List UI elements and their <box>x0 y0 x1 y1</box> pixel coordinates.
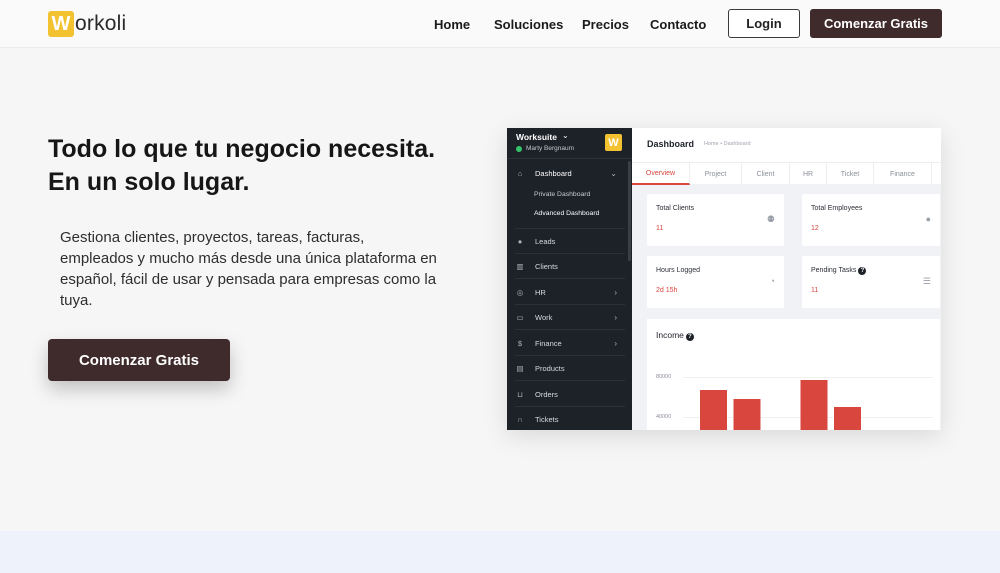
workspace-user: Marty Bergnaum <box>516 145 574 152</box>
tab-overview[interactable]: Overview <box>632 163 690 185</box>
income-bar <box>700 390 727 430</box>
hero-description: Gestiona clientes, proyectos, tareas, fa… <box>60 229 437 309</box>
chevron-down-icon: ⌄ <box>610 168 617 178</box>
tab-hr[interactable]: HR <box>790 163 827 185</box>
dashboard-preview: Worksuite ⌄ Marty Bergnaum W ⌂ Dashboard… <box>507 128 941 430</box>
top-navbar: W orkoli Home Soluciones Precios Contact… <box>0 0 1000 48</box>
cart-icon: ⊔ <box>517 389 523 399</box>
sidebar-item-finance[interactable]: $ Finance › <box>507 331 627 355</box>
headset-icon: ∩ <box>517 414 523 424</box>
person-icon: ● <box>925 214 931 224</box>
income-bars <box>700 380 861 430</box>
user-name: Marty Bergnaum <box>526 145 575 152</box>
breadcrumb[interactable]: Home • Dashboard <box>704 141 751 147</box>
clock-icon: ◔ <box>769 276 775 286</box>
sidebar-item-hr[interactable]: ◎ HR › <box>507 280 627 304</box>
basket-icon: ▤ <box>516 363 524 373</box>
sidebar-divider <box>515 380 625 381</box>
submenu-private-dashboard[interactable]: Private Dashboard <box>534 191 590 198</box>
stat-label-row: Pending Tasks? <box>811 267 867 275</box>
stat-label: Pending Tasks <box>811 267 857 274</box>
sidebar-item-clients[interactable]: ▥ Clients <box>507 254 627 278</box>
workspace-header: Worksuite ⌄ Marty Bergnaum W <box>507 128 632 159</box>
sidebar-divider <box>515 278 625 279</box>
sidebar-item-label: Finance <box>535 338 562 348</box>
workoli-logo[interactable]: W orkoli <box>48 11 126 37</box>
income-chart-card: Income? 80000 40000 <box>647 319 940 430</box>
stat-label: Hours Logged <box>656 267 700 274</box>
chevron-right-icon: › <box>614 287 617 297</box>
sidebar-item-label: Work <box>535 312 553 322</box>
tab-client[interactable]: Client <box>742 163 790 185</box>
income-bar <box>733 399 761 430</box>
app-sidebar: Worksuite ⌄ Marty Bergnaum W ⌂ Dashboard… <box>507 128 632 430</box>
next-section-band <box>0 531 1000 573</box>
help-icon[interactable]: ? <box>858 267 867 275</box>
hero-cta-button[interactable]: Comenzar Gratis <box>48 339 230 381</box>
sidebar-item-label: Orders <box>535 389 558 399</box>
nav-link-home[interactable]: Home <box>434 17 470 32</box>
sidebar-item-label: Dashboard <box>535 168 572 178</box>
sidebar-scrollbar[interactable] <box>628 161 631 261</box>
tab-finance[interactable]: Finance <box>874 163 932 185</box>
users-icon: ⚉ <box>766 214 775 224</box>
people-icon: ◎ <box>516 287 524 297</box>
sidebar-item-tickets[interactable]: ∩ Tickets <box>507 407 627 430</box>
login-button[interactable]: Login <box>728 9 800 38</box>
income-bar <box>834 407 861 430</box>
list-icon: ☰ <box>922 276 931 286</box>
dashboard-header: Dashboard Home • Dashboard Overview Proj… <box>632 128 941 185</box>
user-icon: ● <box>517 236 523 246</box>
home-icon: ⌂ <box>517 168 523 178</box>
sidebar-item-label: Clients <box>535 261 558 271</box>
income-bar <box>800 380 828 430</box>
dollar-icon: $ <box>517 338 523 348</box>
chevron-right-icon: › <box>614 312 617 322</box>
sidebar-item-label: Tickets <box>535 414 559 424</box>
tab-ticket[interactable]: Ticket <box>827 163 874 185</box>
nav-link-soluciones[interactable]: Soluciones <box>494 17 563 32</box>
stat-value: 11 <box>656 225 664 232</box>
chevron-right-icon: › <box>614 338 617 348</box>
bar-chart-icon: ▥ <box>516 261 524 271</box>
sidebar-item-label: HR <box>535 287 546 297</box>
tab-project[interactable]: Project <box>690 163 742 185</box>
page-title: Dashboard <box>647 139 695 149</box>
stat-card-total-clients[interactable]: Total Clients 11 ⚉ <box>647 194 784 246</box>
dashboard-main: Dashboard Home • Dashboard Overview Proj… <box>632 128 941 430</box>
stat-label: Total Clients <box>656 205 695 212</box>
hero-title-line-2: En un solo lugar. <box>48 168 250 196</box>
logo-wordmark: orkoli <box>75 12 127 35</box>
workspace-name: Worksuite <box>516 132 557 142</box>
stat-value: 12 <box>811 225 819 232</box>
submenu-advanced-dashboard[interactable]: Advanced Dashboard <box>534 210 599 217</box>
sidebar-item-label: Leads <box>535 236 556 246</box>
sidebar-item-leads[interactable]: ● Leads <box>507 229 627 253</box>
sidebar-item-orders[interactable]: ⊔ Orders <box>507 382 627 406</box>
sidebar-item-work[interactable]: ▭ Work › <box>507 305 627 329</box>
nav-cta-button[interactable]: Comenzar Gratis <box>810 9 942 38</box>
online-status-icon <box>516 145 522 152</box>
sidebar-item-dashboard[interactable]: ⌂ Dashboard ⌄ <box>507 161 627 185</box>
stat-label: Total Employees <box>811 205 863 212</box>
sidebar-item-products[interactable]: ▤ Products <box>507 356 627 380</box>
stat-card-hours-logged[interactable]: Hours Logged 2d 15h ◔ <box>647 256 784 308</box>
hero-title: Todo lo que tu negocio necesita. En un s… <box>48 133 468 199</box>
chevron-down-icon: ⌄ <box>562 131 569 140</box>
sidebar-divider <box>515 329 625 330</box>
stat-value: 2d 15h <box>656 287 678 294</box>
stat-value: 11 <box>811 287 819 294</box>
hero-title-line-1: Todo lo que tu negocio necesita. <box>48 135 436 163</box>
briefcase-icon: ▭ <box>516 312 524 322</box>
dashboard-tabs: Overview Project Client HR Ticket Financ… <box>632 162 941 185</box>
app-logo-icon: W <box>605 134 622 151</box>
sidebar-item-label: Products <box>535 363 565 373</box>
nav-link-contacto[interactable]: Contacto <box>650 17 706 32</box>
stat-card-pending-tasks[interactable]: Pending Tasks? 11 ☰ <box>802 256 940 308</box>
nav-link-precios[interactable]: Precios <box>582 17 629 32</box>
stat-card-total-employees[interactable]: Total Employees 12 ● <box>802 194 940 246</box>
logo-mark: W <box>48 11 74 37</box>
